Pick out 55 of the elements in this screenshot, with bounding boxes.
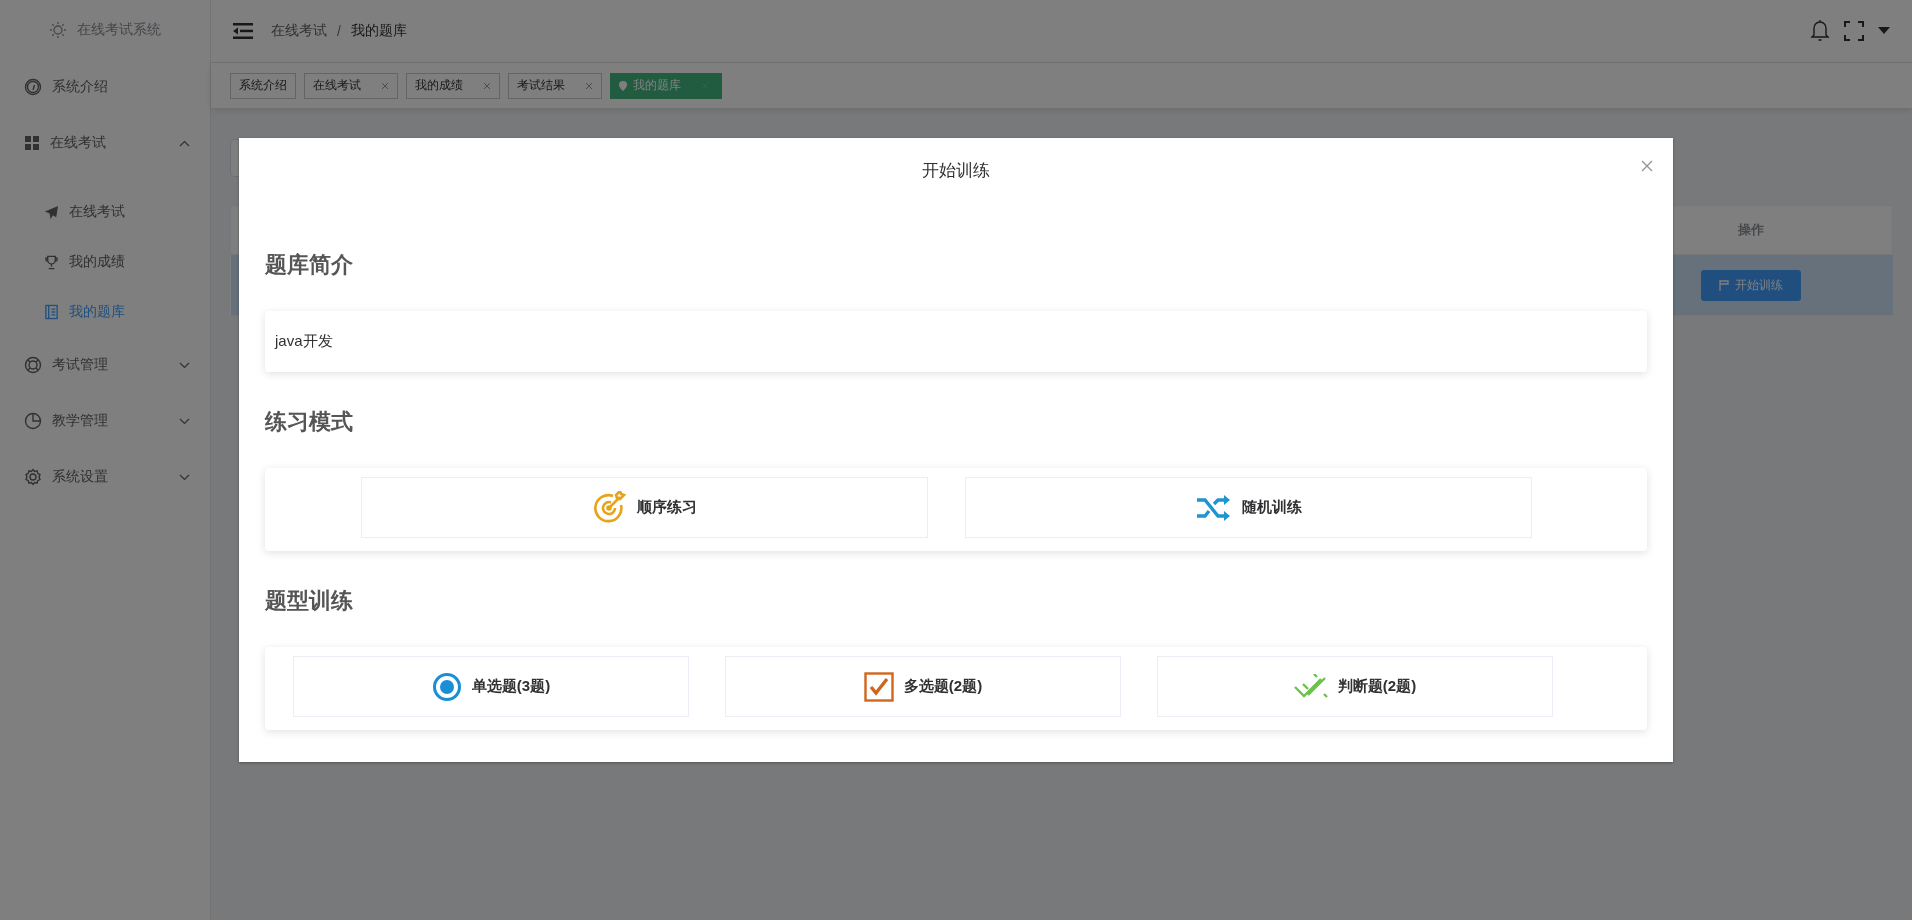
- question-type-button[interactable]: 判断题(2题): [1157, 656, 1553, 717]
- shuffle-icon: [1195, 492, 1232, 523]
- close-icon[interactable]: [483, 81, 491, 90]
- settings-icon: [24, 468, 42, 486]
- dropdown-caret-icon[interactable]: [1878, 27, 1890, 35]
- sidebar-subitem[interactable]: 我的成绩: [0, 237, 210, 287]
- dialog-title: 开始训练: [922, 159, 990, 182]
- page-tab[interactable]: 在线考试: [304, 72, 398, 99]
- start-training-button[interactable]: 开始训练: [1701, 269, 1801, 301]
- lifebuoy-icon: [24, 356, 42, 374]
- menu-icon[interactable]: [233, 23, 253, 39]
- target-icon: [592, 490, 627, 525]
- practice-mode-button[interactable]: 顺序练习: [361, 477, 928, 538]
- chevron-icon: [179, 417, 190, 425]
- trophy-icon: [44, 254, 59, 270]
- page-tab[interactable]: 考试结果: [508, 72, 602, 99]
- chevron-icon: [179, 139, 190, 147]
- chevron-icon: [179, 361, 190, 369]
- breadcrumb-item[interactable]: 我的题库: [350, 22, 407, 40]
- paper-plane-icon: [44, 204, 59, 220]
- sidebar-item[interactable]: 在线考试: [0, 115, 210, 171]
- close-icon[interactable]: [381, 81, 389, 90]
- practice-mode-button[interactable]: 随机训练: [965, 477, 1532, 538]
- radio-icon: [431, 671, 462, 702]
- checkbox-icon: [863, 671, 894, 702]
- fullscreen-icon[interactable]: [1844, 21, 1864, 41]
- bell-icon[interactable]: [1810, 20, 1830, 42]
- sidebar-item[interactable]: 系统设置: [0, 449, 210, 505]
- question-type-button[interactable]: 单选题(3题): [293, 656, 689, 717]
- page-tab[interactable]: 我的题库: [610, 72, 722, 99]
- section-heading: 题库简介: [265, 251, 354, 279]
- app-logo-text: 在线考试系统: [77, 20, 161, 39]
- sidebar-item[interactable]: 教学管理: [0, 393, 210, 449]
- section-heading: 练习模式: [265, 408, 354, 436]
- sidebar-item[interactable]: 考试管理: [0, 337, 210, 393]
- breadcrumb-separator: /: [337, 23, 341, 39]
- page-tab[interactable]: 系统介绍: [230, 72, 296, 99]
- sidebar-subitem[interactable]: 我的题库: [0, 287, 210, 337]
- sidebar-subitem[interactable]: 在线考试: [0, 187, 210, 237]
- grid-icon: [24, 135, 40, 151]
- description-text: java开发: [275, 332, 333, 351]
- chevron-icon: [179, 473, 190, 481]
- double-check-icon: [1293, 673, 1328, 700]
- question-type-button[interactable]: 多选题(2题): [725, 656, 1121, 717]
- close-icon[interactable]: [585, 81, 593, 90]
- book-icon: [44, 304, 59, 320]
- pie-chart-icon: [24, 412, 42, 430]
- breadcrumb-item[interactable]: 在线考试: [271, 22, 327, 40]
- sun-icon: [49, 20, 67, 39]
- sidebar-item[interactable]: 系统介绍: [0, 59, 210, 115]
- section-heading: 题型训练: [265, 587, 354, 615]
- close-icon[interactable]: [1641, 160, 1653, 172]
- flag-icon: [1719, 279, 1729, 291]
- page-tab[interactable]: 我的成绩: [406, 72, 500, 99]
- gauge-icon: [24, 78, 42, 96]
